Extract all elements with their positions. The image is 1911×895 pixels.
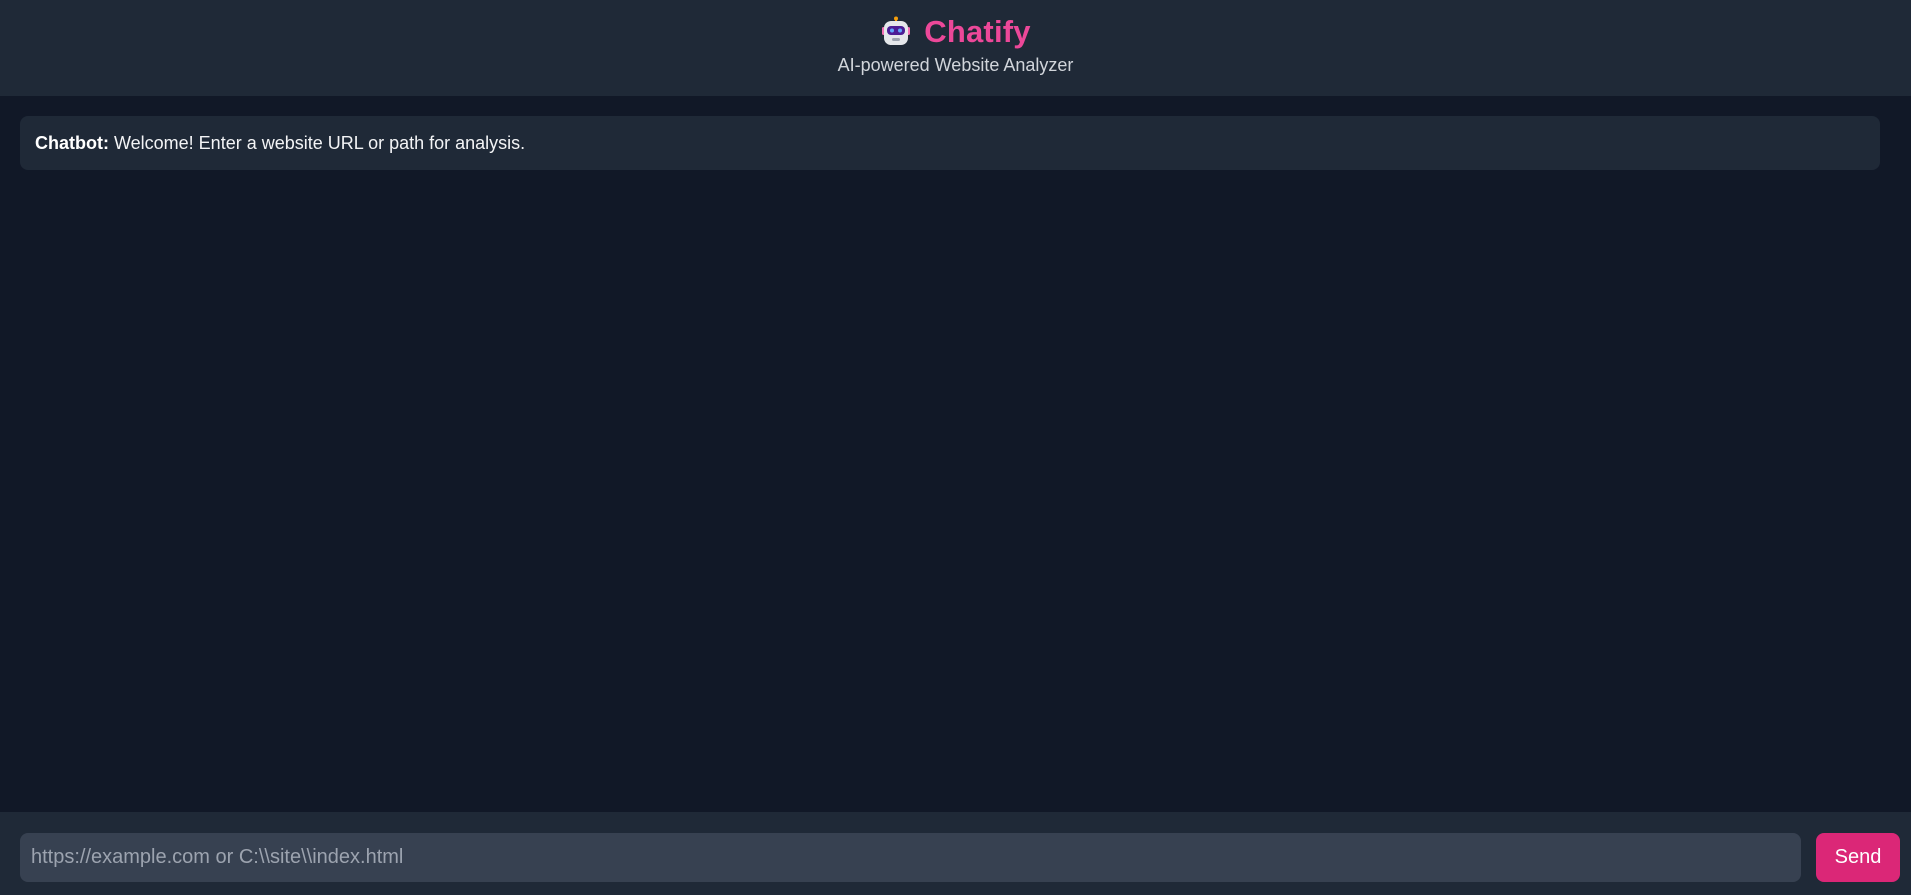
send-button[interactable]: Send [1816, 833, 1900, 882]
app-header: Chatify AI-powered Website Analyzer [0, 0, 1911, 96]
app-title: Chatify [924, 14, 1031, 49]
composer-bar: Send [0, 812, 1911, 895]
url-input[interactable] [20, 833, 1801, 882]
message-text: Welcome! Enter a website URL or path for… [113, 132, 526, 153]
app-window: Chatify AI-powered Website Analyzer Chat… [0, 0, 1911, 895]
chat-message: Chatbot: Welcome! Enter a website URL or… [20, 116, 1880, 170]
app-subtitle: AI-powered Website Analyzer [837, 55, 1074, 75]
message-sender: Chatbot: [35, 132, 109, 153]
brand: Chatify [880, 14, 1031, 50]
chat-history: Chatbot: Welcome! Enter a website URL or… [0, 96, 1911, 812]
robot-icon [880, 16, 912, 48]
